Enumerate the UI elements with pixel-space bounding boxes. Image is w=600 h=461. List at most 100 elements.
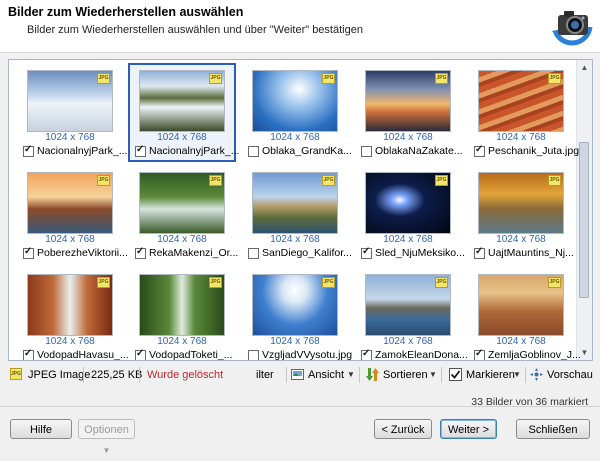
image-tile[interactable]: JPG 1024 x 768 ZamokEleanDona...: [355, 268, 468, 360]
image-tile[interactable]: JPG 1024 x 768 RekaMakenzi_Or...: [129, 166, 239, 263]
jpg-badge-icon: JPG: [209, 175, 222, 186]
image-dimensions: 1024 x 768: [157, 336, 207, 347]
vertical-scrollbar[interactable]: ▲ ▼: [576, 60, 592, 360]
jpg-badge-icon: JPG: [548, 277, 561, 288]
image-tile[interactable]: JPG 1024 x 768 NacionalnyjPark_...: [128, 63, 239, 162]
image-thumbnail[interactable]: JPG: [252, 172, 338, 234]
sort-icon: [366, 368, 379, 381]
separator: [83, 367, 84, 383]
image-checkbox[interactable]: [135, 246, 146, 259]
image-filename: VodopadToketi_...: [149, 349, 233, 361]
separator: [441, 367, 442, 383]
image-checkbox[interactable]: [135, 144, 146, 157]
image-tile[interactable]: JPG 1024 x 768 SanDiego_Kalifor...: [242, 166, 352, 263]
image-checkbox[interactable]: [23, 144, 34, 157]
image-tile[interactable]: JPG 1024 x 768 Peschanik_Juta.jpg: [468, 64, 579, 161]
chevron-down-icon[interactable]: ▼: [513, 370, 521, 379]
separator: [525, 367, 526, 383]
image-thumbnail[interactable]: JPG: [365, 172, 451, 234]
image-thumbnail[interactable]: JPG: [27, 172, 113, 234]
image-thumbnail[interactable]: JPG: [27, 70, 113, 132]
jpg-badge-icon: JPG: [435, 277, 448, 288]
chevron-down-icon[interactable]: ▼: [429, 370, 437, 379]
jpg-badge-icon: JPG: [548, 73, 561, 84]
help-button[interactable]: Hilfe: [10, 419, 72, 439]
jpg-badge-icon: JPG: [209, 277, 222, 288]
image-filename: NacionalnyjPark_...: [37, 145, 128, 157]
file-size-label: 225,25 KB: [91, 369, 143, 381]
separator: [286, 367, 287, 383]
image-checkbox[interactable]: [474, 246, 485, 259]
image-checkbox[interactable]: [474, 144, 485, 157]
image-thumbnail[interactable]: JPG: [252, 274, 338, 336]
image-dimensions: 1024 x 768: [270, 234, 320, 245]
image-checkbox[interactable]: [361, 348, 372, 360]
jpg-badge-icon: JPG: [97, 277, 110, 288]
image-tile[interactable]: JPG 1024 x 768 VodopadHavasu_...: [17, 268, 129, 360]
image-checkbox[interactable]: [474, 348, 485, 360]
checkbox-icon: [449, 368, 462, 381]
filter-button[interactable]: ilter: [256, 369, 274, 381]
preview-button[interactable]: Vorschau: [547, 369, 593, 381]
scrollbar-thumb[interactable]: [579, 142, 589, 298]
image-thumbnail[interactable]: JPG: [252, 70, 338, 132]
separator: [139, 367, 140, 383]
image-checkbox[interactable]: [248, 248, 259, 259]
image-thumbnail[interactable]: JPG: [139, 172, 225, 234]
image-label-row: Sled_NjuMeksiko...: [361, 246, 465, 261]
image-thumbnail[interactable]: JPG: [478, 172, 564, 234]
image-checkbox[interactable]: [248, 350, 259, 360]
image-dimensions: 1024 x 768: [496, 234, 546, 245]
image-dimensions: 1024 x 768: [45, 336, 95, 347]
image-thumbnail[interactable]: JPG: [139, 274, 225, 336]
image-tile[interactable]: JPG 1024 x 768 OblakaNaZakate...: [355, 64, 463, 161]
image-dimensions: 1024 x 768: [496, 336, 546, 347]
jpg-badge-icon: JPG: [435, 175, 448, 186]
image-tile[interactable]: JPG 1024 x 768 Oblaka_GrandKa...: [242, 64, 352, 161]
image-tile[interactable]: JPG 1024 x 768 NacionalnyjPark_...: [17, 64, 127, 161]
jpg-badge-icon: JPG: [97, 73, 110, 84]
image-checkbox[interactable]: [23, 246, 34, 259]
image-label-row: VzgljadVVysotu.jpg: [248, 349, 352, 360]
image-dimensions: 1024 x 768: [270, 336, 320, 347]
next-button[interactable]: Weiter >: [440, 419, 497, 439]
image-thumbnail[interactable]: JPG: [365, 274, 451, 336]
image-filename: Sled_NjuMeksiko...: [375, 247, 465, 259]
image-tile[interactable]: JPG 1024 x 768 ZemljaGoblinov_J...: [468, 268, 581, 360]
jpg-badge-icon: JPG: [322, 175, 335, 186]
image-label-row: PoberezheViktorii...: [23, 246, 128, 261]
back-button[interactable]: < Zurück: [374, 419, 432, 439]
image-label-row: Peschanik_Juta.jpg: [474, 144, 579, 159]
jpg-badge-icon: JPG: [548, 175, 561, 186]
image-checkbox[interactable]: [135, 348, 146, 360]
image-label-row: NacionalnyjPark_...: [23, 144, 127, 159]
image-tile[interactable]: JPG 1024 x 768 VodopadToketi_...: [129, 268, 235, 361]
mark-button[interactable]: Markieren: [466, 369, 515, 381]
jpg-badge-icon: JPG: [97, 175, 110, 186]
image-checkbox[interactable]: [248, 146, 259, 157]
chevron-down-icon[interactable]: ▼: [347, 370, 355, 379]
image-dimensions: 1024 x 768: [270, 132, 320, 143]
image-thumbnail[interactable]: JPG: [139, 70, 225, 132]
image-thumbnail[interactable]: JPG: [365, 70, 451, 132]
image-filename: RekaMakenzi_Or...: [149, 247, 239, 259]
image-thumbnail[interactable]: JPG: [478, 274, 564, 336]
image-tile[interactable]: JPG 1024 x 768 Sled_NjuMeksiko...: [355, 166, 465, 263]
image-checkbox[interactable]: [361, 246, 372, 259]
sort-button[interactable]: Sortieren: [383, 369, 428, 381]
image-thumbnail[interactable]: JPG: [27, 274, 113, 336]
deleted-status-label: Wurde gelöscht: [147, 369, 224, 381]
image-grid[interactable]: ▲ ▼ JPG 1024 x 768 NacionalnyjPark_... JPG 1…: [8, 59, 593, 361]
scroll-up-icon[interactable]: ▲: [577, 60, 592, 75]
close-button[interactable]: Schließen: [516, 419, 590, 439]
image-dimensions: 1024 x 768: [496, 132, 546, 143]
image-tile[interactable]: JPG 1024 x 768 UajtMauntins_Nj...: [468, 166, 574, 263]
view-button[interactable]: Ansicht: [308, 369, 344, 381]
image-checkbox[interactable]: [361, 146, 372, 157]
image-filename: PoberezheViktorii...: [37, 247, 128, 259]
image-tile[interactable]: JPG 1024 x 768 PoberezheViktorii...: [17, 166, 128, 263]
image-thumbnail[interactable]: JPG: [478, 70, 564, 132]
image-checkbox[interactable]: [23, 348, 34, 360]
image-tile[interactable]: JPG 1024 x 768 VzgljadVVysotu.jpg: [242, 268, 352, 360]
options-button[interactable]: Optionen ▼: [78, 419, 135, 455]
